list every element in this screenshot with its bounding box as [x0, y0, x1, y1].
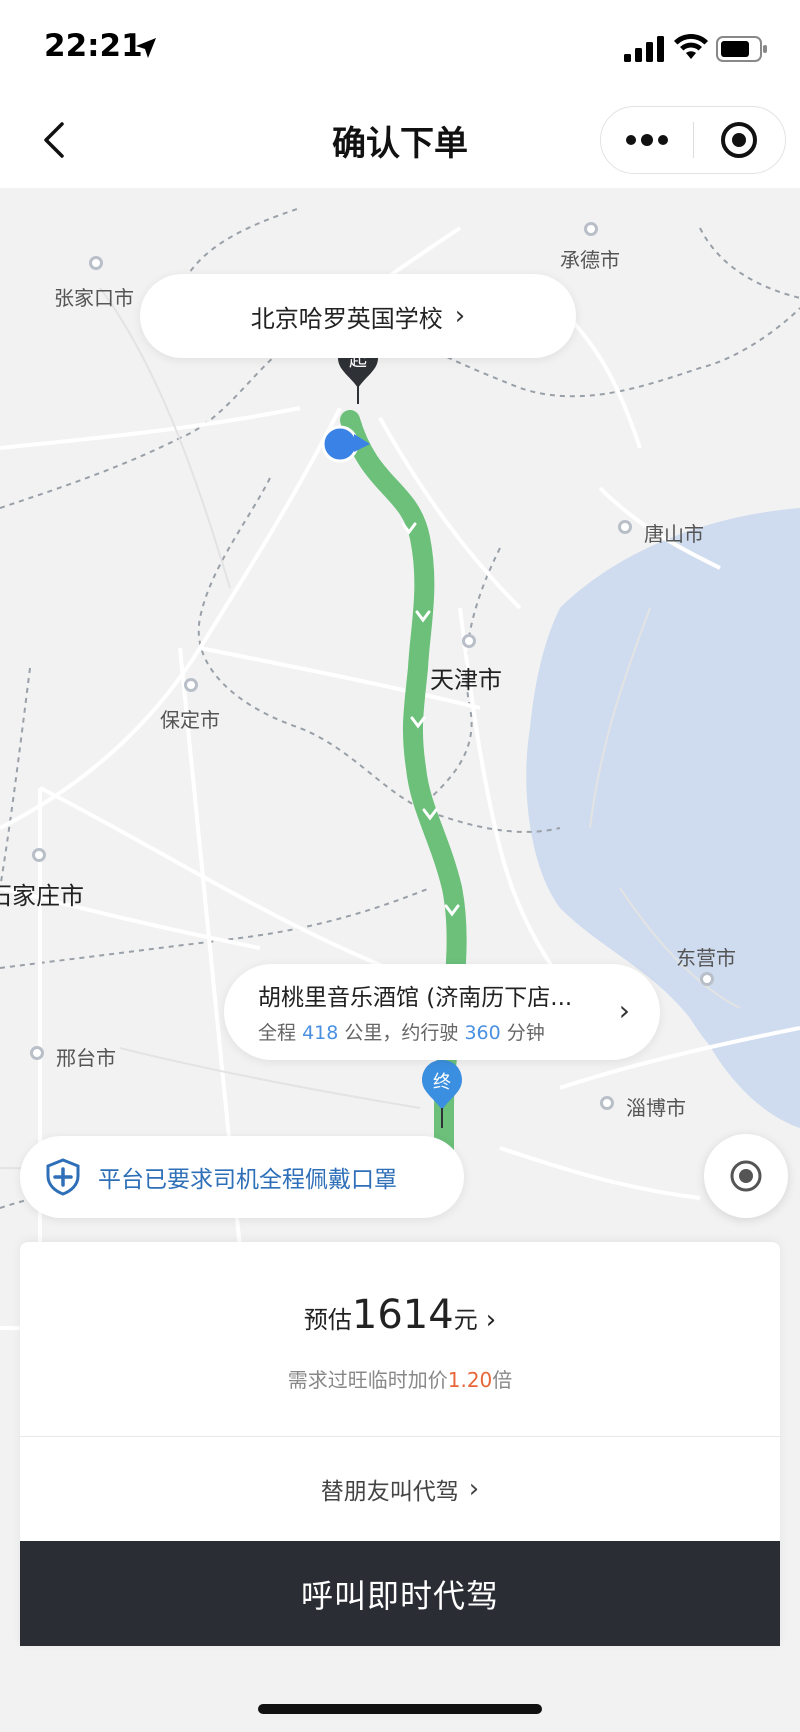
back-button[interactable] — [24, 110, 84, 170]
order-card: 预估1614元 › 需求过旺临时加价1.20倍 替朋友叫代驾 › 呼叫即时代驾 — [20, 1242, 780, 1646]
battery-icon — [716, 36, 767, 62]
mask-notice: 平台已要求司机全程佩戴口罩 — [20, 1136, 464, 1218]
shield-plus-icon — [46, 1158, 80, 1196]
location-arrow-icon — [136, 38, 156, 58]
call-driver-button[interactable]: 呼叫即时代驾 — [20, 1541, 780, 1646]
price-estimate-row[interactable]: 预估1614元 › 需求过旺临时加价1.20倍 — [20, 1242, 780, 1436]
end-marker-label: 终 — [433, 1072, 451, 1093]
chevron-right-icon: › — [468, 1474, 480, 1504]
wifi-icon — [674, 33, 708, 59]
call-for-friend-button[interactable]: 替朋友叫代驾 › — [20, 1437, 780, 1541]
chevron-right-icon: › — [454, 301, 466, 331]
trip-distance-unit: 公里，约行驶 — [344, 1022, 459, 1044]
locate-me-button[interactable] — [704, 1134, 788, 1218]
trip-duration: 360 — [464, 1022, 501, 1044]
map-pin-icon: 终 — [422, 1060, 462, 1128]
close-miniprogram-button[interactable] — [694, 107, 786, 173]
chevron-right-icon: › — [618, 994, 630, 1027]
more-dots-icon — [625, 134, 668, 146]
more-button[interactable] — [601, 107, 693, 173]
trip-prefix: 全程 — [258, 1022, 297, 1044]
end-marker: 终 — [420, 1058, 464, 1136]
mask-notice-text: 平台已要求司机全程佩戴口罩 — [98, 1167, 397, 1193]
price-estimate: 预估1614元 › — [20, 1292, 780, 1338]
price-prefix: 预估 — [303, 1306, 352, 1334]
trip-summary: 全程 418 公里，约行驶 360 分钟 — [258, 1018, 545, 1045]
status-bar: 22:21 — [0, 0, 800, 96]
destination-bubble[interactable]: 胡桃里音乐酒馆 (济南历下店... 全程 418 公里，约行驶 360 分钟 › — [224, 964, 660, 1060]
chevron-left-icon — [44, 122, 64, 158]
price-unit: 元 — [453, 1306, 478, 1334]
start-location-bubble[interactable]: 北京哈罗英国学校 › — [140, 274, 576, 358]
locate-icon — [730, 1160, 762, 1192]
surge-suffix: 倍 — [492, 1368, 513, 1392]
status-time: 22:21 — [44, 28, 143, 64]
price-amount: 1614 — [351, 1292, 454, 1338]
miniprogram-capsule — [600, 106, 786, 174]
cellular-signal-icon — [624, 36, 664, 62]
home-indicator — [258, 1704, 542, 1714]
page-title: 确认下单 — [332, 124, 468, 164]
surge-notice: 需求过旺临时加价1.20倍 — [20, 1364, 780, 1393]
surge-prefix: 需求过旺临时加价 — [287, 1368, 448, 1392]
nav-bar: 确认下单 — [0, 96, 800, 188]
call-for-friend-label: 替朋友叫代驾 — [320, 1479, 459, 1505]
target-close-icon — [721, 122, 758, 158]
destination-name: 胡桃里音乐酒馆 (济南历下店... — [258, 985, 573, 1011]
trip-duration-unit: 分钟 — [506, 1022, 545, 1044]
trip-distance: 418 — [302, 1022, 339, 1044]
surge-multiplier: 1.20 — [447, 1368, 493, 1392]
chevron-right-icon: › — [485, 1305, 497, 1335]
start-location-label: 北京哈罗英国学校 — [250, 304, 443, 333]
